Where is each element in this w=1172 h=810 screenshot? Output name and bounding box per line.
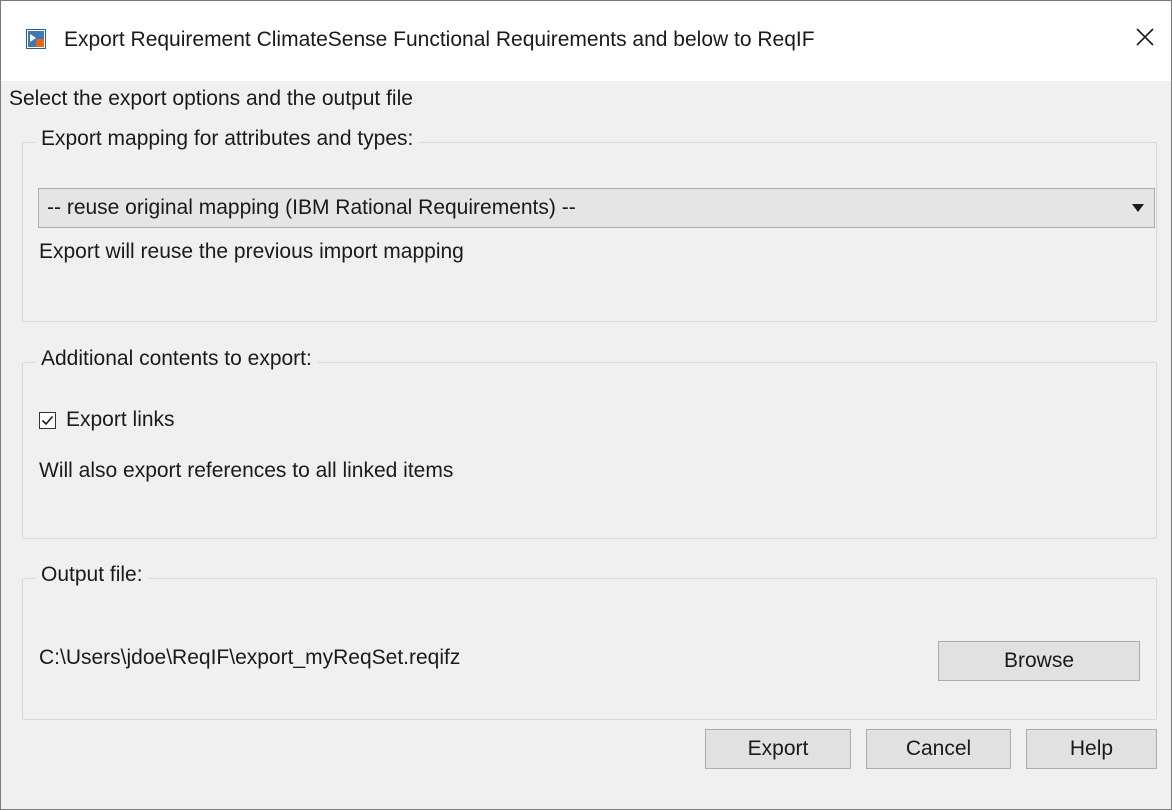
output-file-path: C:\Users\jdoe\ReqIF\export_myReqSet.reqi… [39, 646, 461, 669]
checkmark-icon [41, 415, 54, 425]
export-links-checkbox[interactable]: Export links [39, 408, 175, 432]
export-links-hint: Will also export references to all linke… [39, 459, 454, 482]
simulink-icon [26, 29, 46, 49]
export-links-label: Export links [66, 408, 175, 431]
mapping-group: Export mapping for attributes and types:… [22, 127, 1157, 322]
checkbox-box[interactable] [39, 411, 56, 429]
title-bar: Export Requirement ClimateSense Function… [1, 1, 1171, 81]
help-button[interactable]: Help [1026, 729, 1157, 769]
mapping-group-legend: Export mapping for attributes and types: [35, 127, 420, 151]
cancel-button[interactable]: Cancel [866, 729, 1011, 769]
output-file-group: Output file: C:\Users\jdoe\ReqIF\export_… [22, 563, 1157, 720]
instructions-text: Select the export options and the output… [9, 87, 413, 110]
window-title: Export Requirement ClimateSense Function… [64, 28, 815, 51]
chevron-down-icon [1132, 204, 1144, 212]
additional-contents-group: Additional contents to export: Export li… [22, 347, 1157, 539]
export-dialog: Export Requirement ClimateSense Function… [0, 0, 1172, 810]
output-group-legend: Output file: [35, 563, 149, 587]
close-button[interactable] [1119, 11, 1171, 63]
dialog-content: Select the export options and the output… [1, 81, 1171, 809]
browse-button[interactable]: Browse [938, 641, 1140, 681]
mapping-select[interactable]: -- reuse original mapping (IBM Rational … [38, 188, 1155, 228]
additional-group-legend: Additional contents to export: [35, 347, 318, 371]
mapping-hint: Export will reuse the previous import ma… [39, 240, 464, 263]
export-button[interactable]: Export [705, 729, 851, 769]
mapping-select-value: -- reuse original mapping (IBM Rational … [47, 196, 576, 219]
close-icon [1136, 28, 1154, 46]
